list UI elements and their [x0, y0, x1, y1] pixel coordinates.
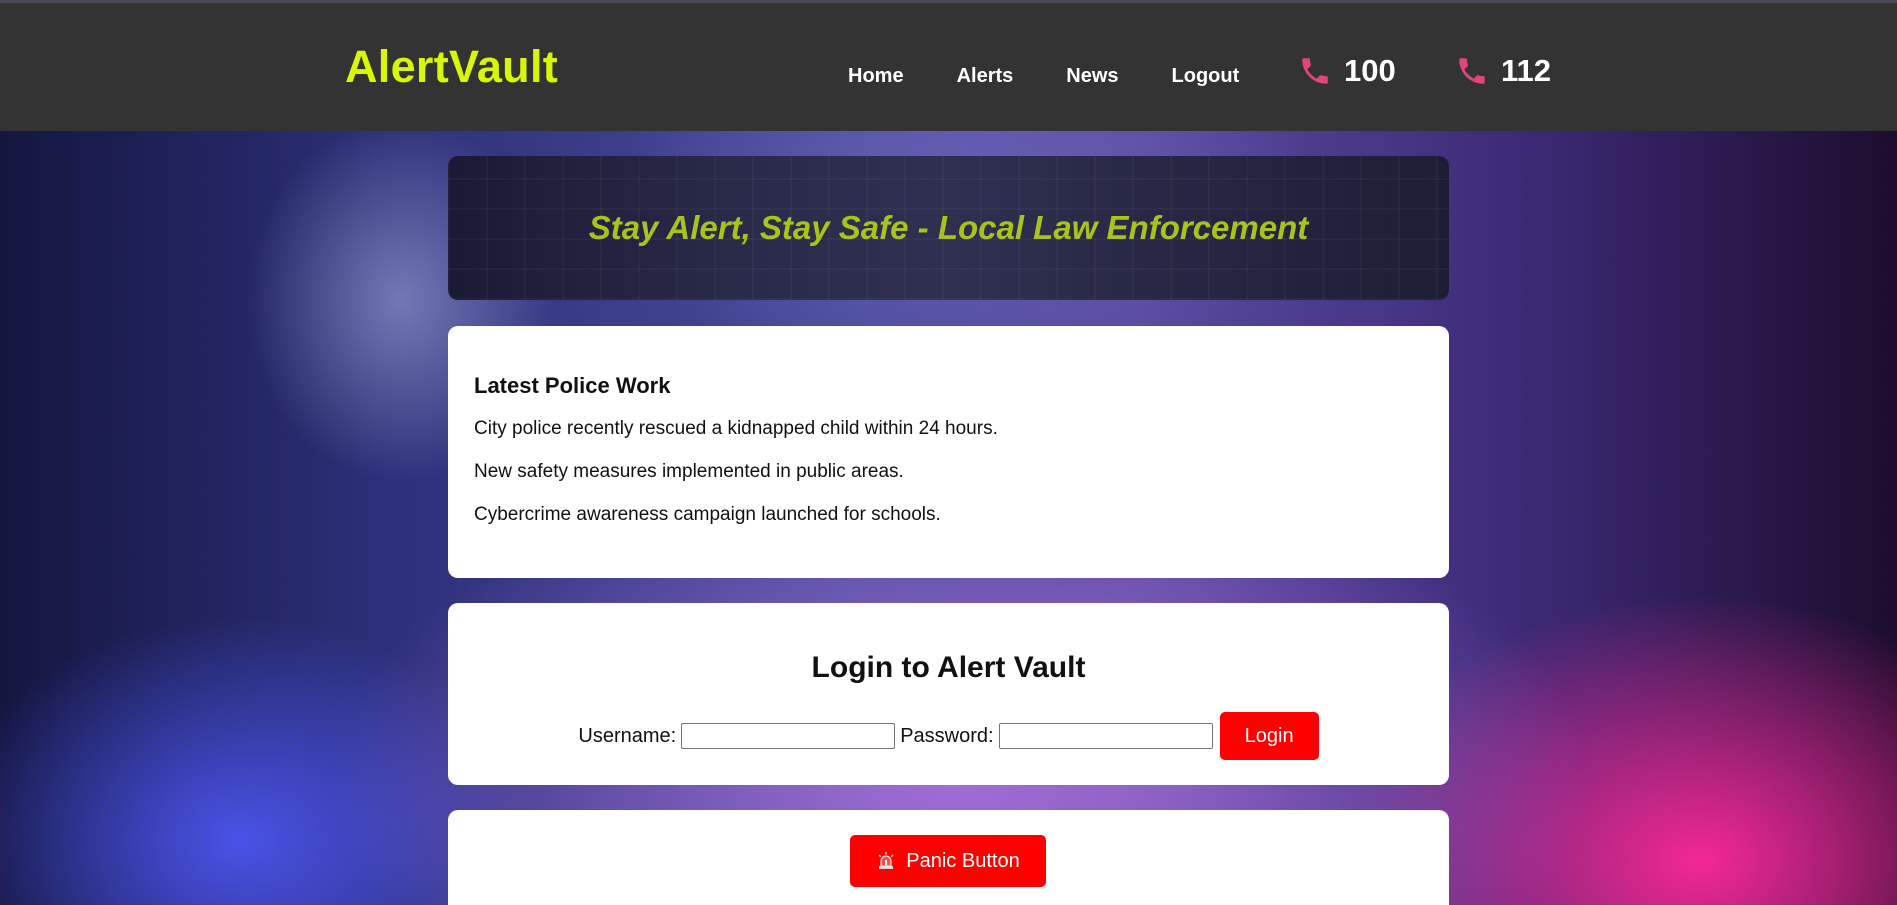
emergency-number-label: 112	[1501, 53, 1552, 88]
username-label: Username:	[578, 724, 677, 747]
nav-alerts-link[interactable]: Alerts	[957, 65, 1014, 88]
username-input[interactable]	[681, 723, 896, 749]
brand-logo[interactable]: AlertVault	[345, 41, 558, 93]
phone-icon	[1459, 58, 1485, 84]
siren-icon	[878, 852, 894, 869]
main-nav: Home Alerts News Logout	[848, 65, 1292, 88]
news-item: New safety measures implemented in publi…	[474, 461, 904, 482]
password-input[interactable]	[998, 723, 1213, 749]
login-button[interactable]: Login	[1219, 712, 1319, 760]
panic-button-label: Panic Button	[906, 849, 1020, 872]
news-card: Latest Police Work City police recently …	[448, 326, 1449, 578]
password-label: Password:	[900, 724, 994, 747]
news-item: City police recently rescued a kidnapped…	[474, 418, 998, 439]
login-title: Login to Alert Vault	[811, 651, 1086, 684]
panic-button[interactable]: Panic Button	[850, 835, 1046, 887]
emergency-number-label: 100	[1344, 53, 1396, 88]
site-header: AlertVault Home Alerts News Logout 100 1…	[0, 3, 1897, 131]
login-form: Username: Password: Login	[448, 712, 1449, 760]
nav-home-link[interactable]: Home	[848, 65, 904, 88]
nav-news-link[interactable]: News	[1066, 65, 1118, 88]
login-card: Login to Alert Vault Username: Password:…	[448, 603, 1449, 785]
phone-icon	[1302, 58, 1328, 84]
news-item: Cybercrime awareness campaign launched f…	[474, 504, 941, 525]
hero-tagline: Stay Alert, Stay Safe - Local Law Enforc…	[588, 209, 1309, 246]
emergency-number-general[interactable]: 112	[1455, 53, 1551, 89]
panic-card: Panic Button	[448, 810, 1449, 905]
news-title: Latest Police Work	[474, 373, 671, 398]
nav-logout-link[interactable]: Logout	[1172, 65, 1240, 88]
emergency-number-police[interactable]: 100	[1298, 53, 1396, 89]
hero-banner: Stay Alert, Stay Safe - Local Law Enforc…	[448, 156, 1449, 300]
